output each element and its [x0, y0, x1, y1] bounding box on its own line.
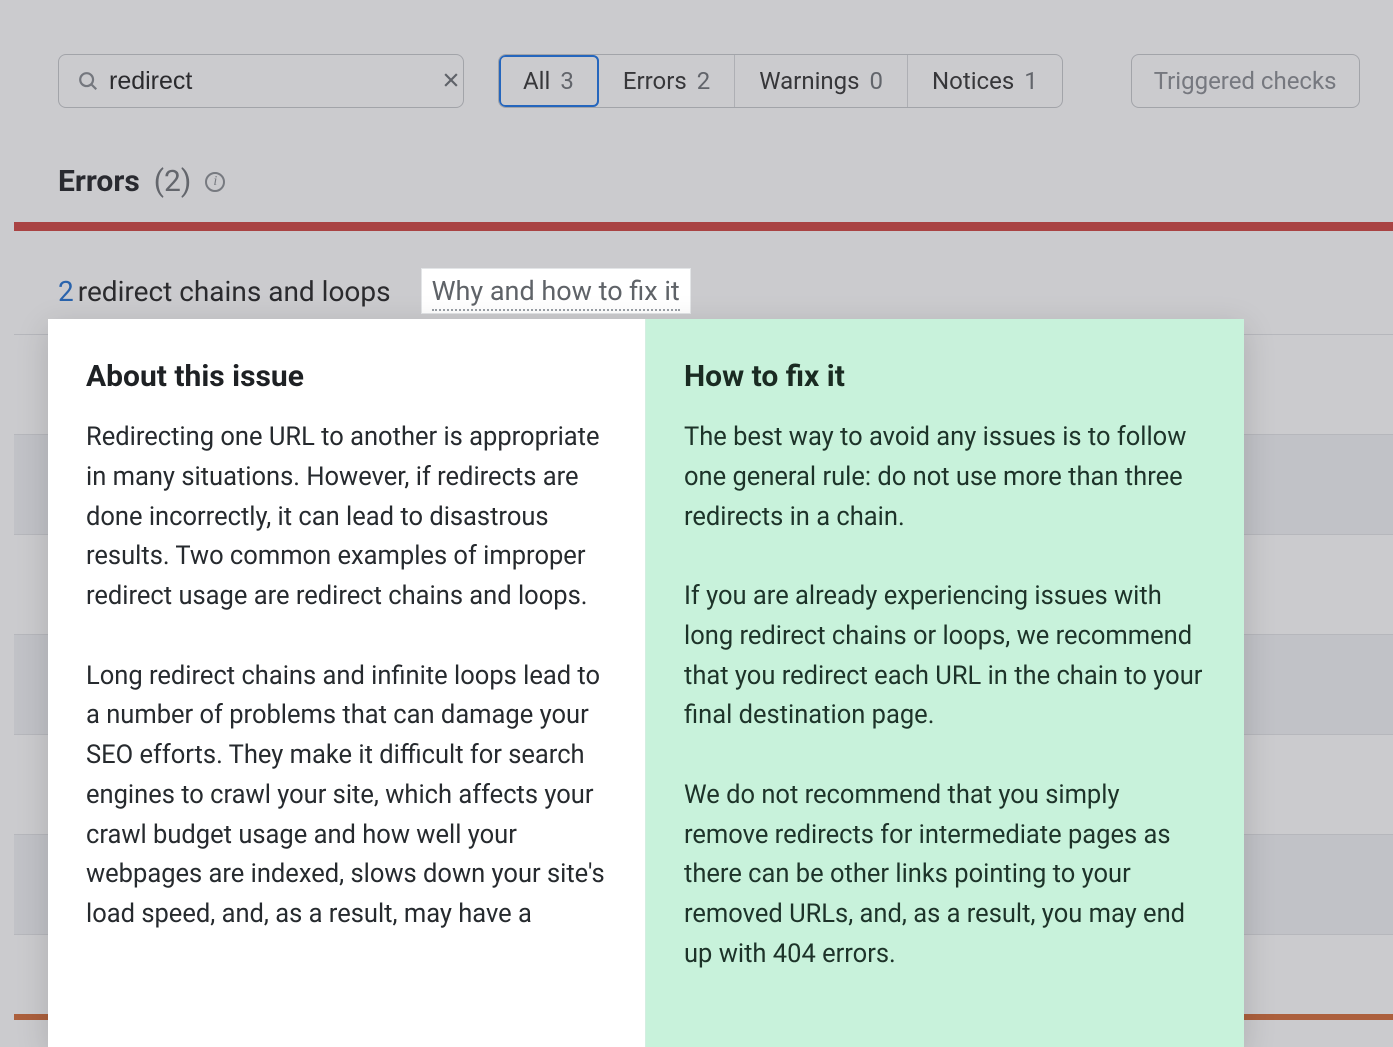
info-icon[interactable]: i	[205, 172, 225, 192]
filter-label: Errors	[623, 67, 687, 95]
filter-count: 3	[560, 67, 574, 95]
filter-count: 2	[697, 67, 711, 95]
filter-tab-errors[interactable]: Errors 2	[599, 55, 735, 107]
filter-tab-notices[interactable]: Notices 1	[908, 55, 1062, 107]
errors-divider	[14, 222, 1393, 231]
about-panel: About this issue Redirecting one URL to …	[48, 319, 646, 1047]
clear-search-button[interactable]	[441, 67, 461, 95]
close-icon	[441, 70, 461, 93]
issue-text: redirect chains and loops	[78, 275, 391, 308]
issue-row: 2 redirect chains and loops Why and how …	[58, 268, 691, 314]
section-label: Errors	[58, 164, 140, 199]
why-label: Why and how to fix it	[432, 275, 680, 311]
fix-heading: How to fix it	[684, 359, 1206, 394]
issue-link[interactable]: 2 redirect chains and loops	[58, 275, 391, 308]
section-count: (2)	[154, 164, 192, 199]
filter-label: All	[523, 67, 550, 95]
filter-count: 1	[1024, 67, 1038, 95]
search-icon	[77, 70, 99, 92]
issue-count: 2	[58, 275, 74, 308]
fix-panel: How to fix it The best way to avoid any …	[646, 319, 1244, 1047]
triggered-label: Triggered checks	[1154, 67, 1337, 95]
issue-help-popover: About this issue Redirecting one URL to …	[48, 319, 1244, 1047]
triggered-checks-button[interactable]: Triggered checks	[1131, 54, 1360, 108]
search-field[interactable]	[58, 54, 464, 108]
filter-tabs: All 3 Errors 2 Warnings 0 Notices 1	[498, 54, 1063, 108]
fix-body: The best way to avoid any issues is to f…	[684, 418, 1206, 975]
filter-tab-warnings[interactable]: Warnings 0	[735, 55, 908, 107]
filter-count: 0	[870, 67, 884, 95]
section-heading: Errors (2) i	[58, 164, 225, 199]
about-heading: About this issue	[86, 359, 607, 394]
filter-label: Warnings	[759, 67, 859, 95]
filter-tab-all[interactable]: All 3	[499, 55, 599, 107]
search-input[interactable]	[99, 67, 441, 96]
why-and-how-button[interactable]: Why and how to fix it	[421, 268, 691, 314]
about-body: Redirecting one URL to another is approp…	[86, 418, 607, 935]
filter-label: Notices	[932, 67, 1014, 95]
controls-row: All 3 Errors 2 Warnings 0 Notices 1 Trig…	[58, 54, 1393, 108]
